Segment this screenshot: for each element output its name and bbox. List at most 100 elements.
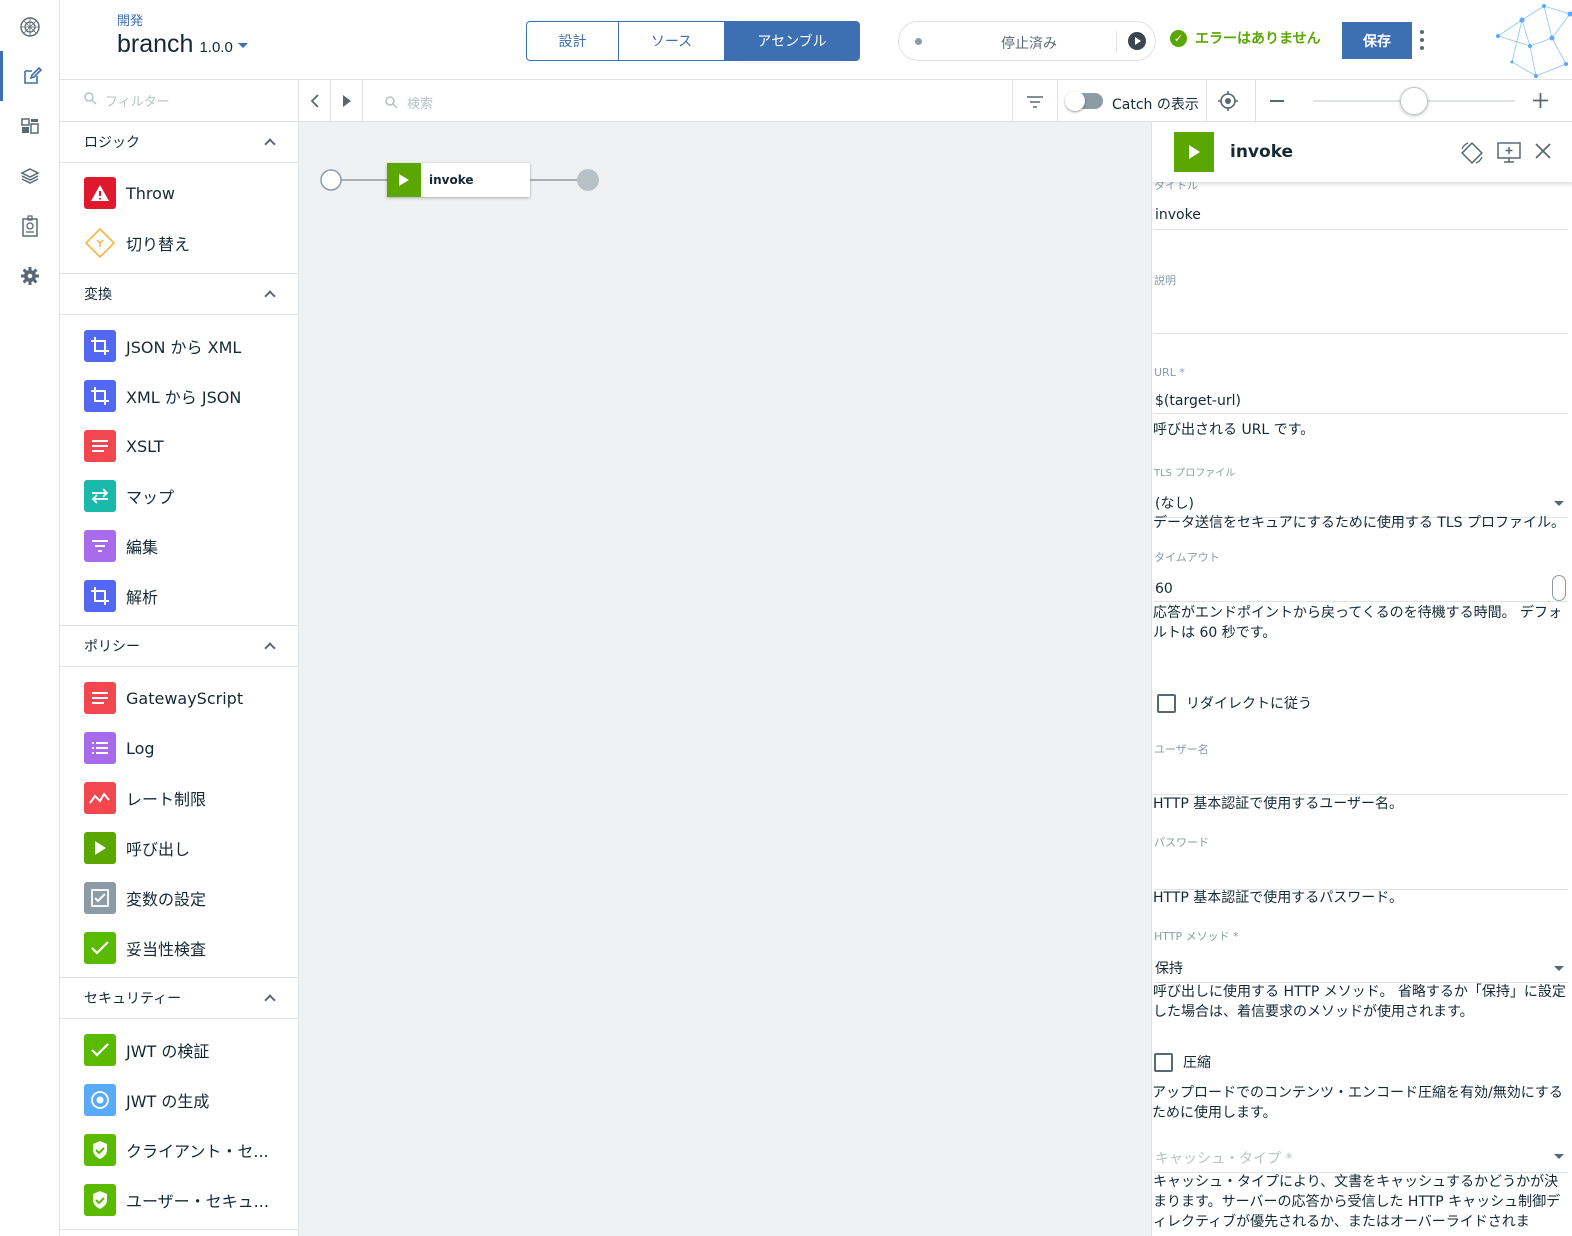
- left-rail: [0, 0, 60, 1236]
- palette-item-throw[interactable]: Throw: [60, 168, 298, 218]
- palette-item-invoke[interactable]: 呼び出し: [60, 823, 298, 873]
- palette-item-generate-jwt[interactable]: JWT の生成: [60, 1075, 298, 1125]
- canvas-search-input[interactable]: 検索: [407, 93, 433, 112]
- policy-palette: フィルター ロジック Throw 切り替え 変換 JSON から XML XML…: [60, 80, 299, 1236]
- edit-icon[interactable]: [0, 51, 60, 101]
- zoom-out-icon[interactable]: [1270, 100, 1284, 102]
- palette-item-log[interactable]: Log: [60, 723, 298, 773]
- section-header-transforms[interactable]: 変換: [60, 274, 298, 315]
- zoom-slider[interactable]: [1313, 87, 1515, 115]
- palette-item-json-to-xml[interactable]: JSON から XML: [60, 321, 298, 371]
- compression-help: アップロードでのコンテンツ・エンコード圧縮を有効/無効にするために使用します。: [1152, 1085, 1563, 1121]
- palette-filter-placeholder: フィルター: [105, 95, 170, 110]
- badge-icon[interactable]: [0, 201, 60, 251]
- http-method-field: HTTP メソッド * 保持: [1154, 928, 1568, 983]
- palette-item-label: 解析: [126, 588, 159, 607]
- tab-design[interactable]: 設計: [527, 22, 619, 60]
- http-method-select[interactable]: 保持: [1154, 944, 1568, 983]
- palette-item-validate-jwt[interactable]: JWT の検証: [60, 1025, 298, 1075]
- section-header-policies[interactable]: ポリシー: [60, 626, 298, 667]
- password-field: パスワード: [1154, 834, 1568, 890]
- timeout-value: 60: [1155, 581, 1173, 597]
- palette-item-set-variable[interactable]: 変数の設定: [60, 873, 298, 923]
- palette-item-edit[interactable]: 編集: [60, 521, 298, 571]
- properties-panel: invoke タイトル invoke 説明 URL * $(target-url…: [1151, 122, 1572, 1236]
- tab-source[interactable]: ソース: [619, 22, 725, 60]
- palette-item-parse[interactable]: 解析: [60, 571, 298, 621]
- checkbox-box[interactable]: [1157, 693, 1176, 713]
- play-icon[interactable]: [1128, 32, 1146, 50]
- chevron-up-icon: [264, 994, 276, 1006]
- section-title: ポリシー: [84, 639, 140, 655]
- chevron-up-icon: [264, 642, 276, 654]
- chevron-up-icon: [264, 138, 276, 150]
- password-label: パスワード: [1154, 836, 1209, 849]
- show-catch-toggle[interactable]: [1065, 91, 1103, 111]
- palette-item-user-security[interactable]: ユーザー・セキュ...: [60, 1175, 298, 1225]
- description-field: 説明: [1154, 272, 1568, 334]
- follow-redirects-checkbox[interactable]: リダイレクトに従う: [1157, 693, 1312, 713]
- canvas-toolbar: 検索 Catch の表示: [299, 80, 1572, 122]
- checkbox-box[interactable]: [1154, 1052, 1173, 1072]
- assembly-canvas[interactable]: invoke: [299, 122, 1151, 1236]
- palette-item-xslt[interactable]: XSLT: [60, 421, 298, 471]
- title-input[interactable]: invoke: [1154, 193, 1568, 230]
- description-input[interactable]: [1154, 288, 1568, 334]
- check-icon: [84, 932, 116, 964]
- properties-title: invoke: [1230, 142, 1294, 162]
- chevron-left-icon[interactable]: [299, 80, 331, 122]
- title-field: タイトル invoke: [1154, 177, 1568, 230]
- palette-item-rate-limit[interactable]: レート制限: [60, 773, 298, 823]
- http-method-label: HTTP メソッド *: [1154, 930, 1239, 943]
- check-circle-icon: ✓: [1170, 29, 1187, 47]
- palette-item-gatewayscript[interactable]: GatewayScript: [60, 673, 298, 723]
- ibm-logo-icon[interactable]: [0, 2, 60, 52]
- arrows-exchange-icon: [84, 480, 116, 512]
- section-title: ロジック: [84, 135, 140, 151]
- cache-type-select[interactable]: キャッシュ・タイプ *: [1154, 1146, 1568, 1173]
- rotate-icon[interactable]: [1459, 140, 1485, 170]
- palette-item-client-security[interactable]: クライアント・セ...: [60, 1125, 298, 1175]
- tab-assemble[interactable]: アセンブル: [725, 22, 859, 60]
- locate-icon[interactable]: [1217, 90, 1239, 116]
- filter-icon[interactable]: [1026, 94, 1044, 113]
- breadcrumb[interactable]: 開発: [117, 10, 143, 29]
- checkbox-icon: [84, 882, 116, 914]
- palette-item-validate[interactable]: 妥当性検査: [60, 923, 298, 973]
- play-triangle-icon[interactable]: [331, 80, 363, 122]
- divider: [1057, 80, 1058, 122]
- assembly-node-invoke[interactable]: invoke: [387, 163, 530, 197]
- palette-item-switch[interactable]: 切り替え: [60, 218, 298, 268]
- section-header-security[interactable]: セキュリティー: [60, 978, 298, 1019]
- palette-item-label: レート制限: [126, 790, 207, 809]
- palette-item-label: クライアント・セ...: [126, 1142, 269, 1161]
- palette-item-xml-to-json[interactable]: XML から JSON: [60, 371, 298, 421]
- gear-icon[interactable]: [0, 251, 60, 301]
- api-selector[interactable]: branch 1.0.0: [117, 30, 248, 59]
- timeout-input[interactable]: 60: [1154, 565, 1568, 602]
- chevron-down-icon: [1554, 966, 1564, 971]
- palette-item-map[interactable]: マップ: [60, 471, 298, 521]
- section-header-logic[interactable]: ロジック: [60, 122, 298, 163]
- dashboard-icon[interactable]: [0, 101, 60, 151]
- palette-item-label: 切り替え: [126, 235, 191, 254]
- monitor-add-icon[interactable]: [1496, 140, 1522, 168]
- layers-icon[interactable]: [0, 151, 60, 201]
- trend-icon: [84, 782, 116, 814]
- save-button[interactable]: 保存: [1342, 22, 1412, 59]
- zoom-slider-knob[interactable]: [1400, 87, 1428, 115]
- username-input[interactable]: [1154, 757, 1568, 795]
- password-input[interactable]: [1154, 850, 1568, 890]
- palette-filter-input[interactable]: フィルター: [60, 80, 298, 122]
- properties-header: invoke: [1152, 122, 1572, 182]
- close-icon[interactable]: [1535, 143, 1551, 163]
- number-stepper-icon[interactable]: [1552, 575, 1566, 601]
- network-graphic: [1496, 4, 1572, 78]
- compression-checkbox[interactable]: 圧縮: [1154, 1052, 1211, 1072]
- target-icon: [84, 1084, 116, 1116]
- overflow-menu-icon[interactable]: [1420, 30, 1424, 54]
- zoom-in-icon[interactable]: [1533, 93, 1548, 112]
- http-method-value: 保持: [1155, 961, 1183, 977]
- username-help: HTTP 基本認証で使用するユーザー名。: [1153, 796, 1403, 812]
- url-input[interactable]: $(target-url): [1154, 379, 1568, 414]
